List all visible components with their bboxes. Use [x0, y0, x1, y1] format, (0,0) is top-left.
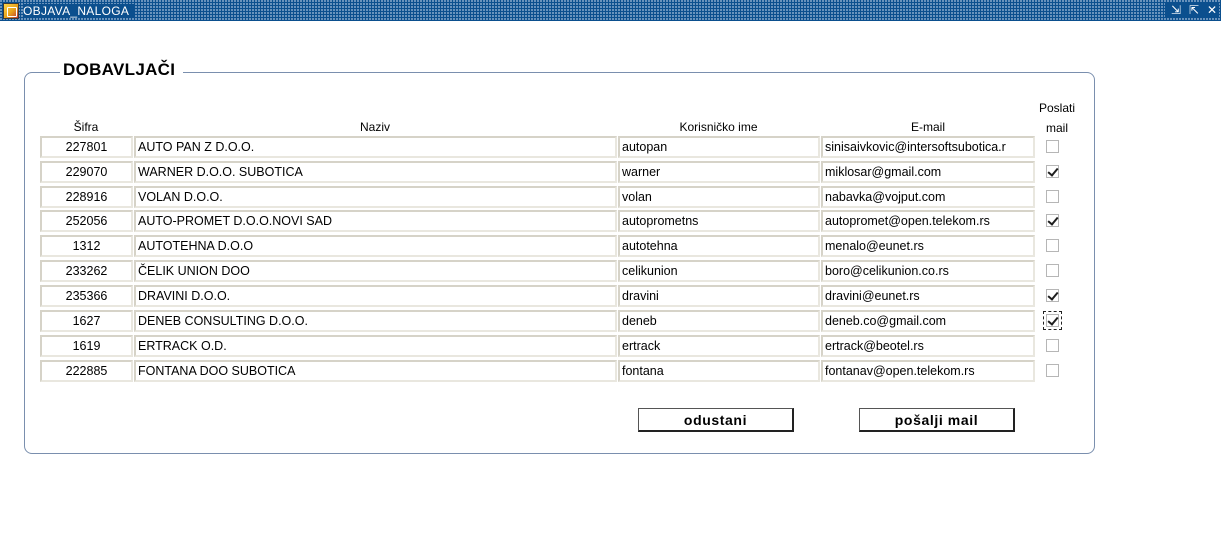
poslati-mail-checkbox[interactable] — [1046, 289, 1059, 302]
korisnicko-ime-field[interactable]: deneb — [618, 310, 820, 332]
korisnicko-ime-field[interactable]: warner — [618, 161, 820, 183]
column-header-sifra: Šifra — [73, 120, 99, 134]
table-row: 1627 DENEB CONSULTING D.O.O. deneb deneb… — [0, 310, 1221, 332]
table-row: 222885 FONTANA DOO SUBOTICA fontana font… — [0, 360, 1221, 382]
table-row: 227801 AUTO PAN Z D.O.O. autopan sinisai… — [0, 136, 1221, 158]
window-controls: ⇲ ⇱ ✕ — [1165, 2, 1219, 18]
poslati-mail-checkbox[interactable] — [1046, 239, 1059, 252]
poslati-mail-checkbox[interactable] — [1046, 140, 1059, 153]
table-row: 228916 VOLAN D.O.O. volan nabavka@vojput… — [0, 186, 1221, 208]
korisnicko-ime-field[interactable]: fontana — [618, 360, 820, 382]
posalji-mail-button[interactable]: pošalji mail — [859, 408, 1015, 432]
table-row: 252056 AUTO-PROMET D.O.O.NOVI SAD autopr… — [0, 210, 1221, 232]
poslati-mail-checkbox[interactable] — [1046, 214, 1059, 227]
frame-title: DOBAVLJAČI — [60, 60, 184, 80]
poslati-mail-checkbox[interactable] — [1043, 311, 1062, 330]
email-field[interactable]: autopromet@open.telekom.rs — [821, 210, 1035, 232]
table-row: 233262 ČELIK UNION DOO celikunion boro@c… — [0, 260, 1221, 282]
sifra-field[interactable]: 227801 — [40, 136, 133, 158]
korisnicko-ime-field[interactable]: volan — [618, 186, 820, 208]
poslati-mail-checkbox[interactable] — [1046, 165, 1059, 178]
email-field[interactable]: fontanav@open.telekom.rs — [821, 360, 1035, 382]
korisnicko-ime-field[interactable]: autoprometns — [618, 210, 820, 232]
korisnicko-ime-field[interactable]: autopan — [618, 136, 820, 158]
naziv-field[interactable]: WARNER D.O.O. SUBOTICA — [134, 161, 617, 183]
email-field[interactable]: dravini@eunet.rs — [821, 285, 1035, 307]
app-icon — [3, 2, 19, 19]
naziv-field[interactable]: VOLAN D.O.O. — [134, 186, 617, 208]
email-field[interactable]: nabavka@vojput.com — [821, 186, 1035, 208]
column-header-korisnicko-ime: Korisničko ime — [679, 120, 758, 134]
sifra-field[interactable]: 1619 — [40, 335, 133, 357]
odustani-button[interactable]: odustani — [638, 408, 794, 432]
korisnicko-ime-field[interactable]: ertrack — [618, 335, 820, 357]
email-field[interactable]: ertrack@beotel.rs — [821, 335, 1035, 357]
sifra-field[interactable]: 222885 — [40, 360, 133, 382]
naziv-field[interactable]: FONTANA DOO SUBOTICA — [134, 360, 617, 382]
close-icon[interactable]: ✕ — [1205, 2, 1219, 18]
korisnicko-ime-field[interactable]: celikunion — [618, 260, 820, 282]
korisnicko-ime-field[interactable]: autotehna — [618, 235, 820, 257]
naziv-field[interactable]: AUTO-PROMET D.O.O.NOVI SAD — [134, 210, 617, 232]
naziv-field[interactable]: AUTO PAN Z D.O.O. — [134, 136, 617, 158]
email-field[interactable]: boro@celikunion.co.rs — [821, 260, 1035, 282]
objava-naloga-window: OBJAVA_NALOGA ⇲ ⇱ ✕ DOBAVLJAČI Šifra Naz… — [0, 0, 1221, 559]
poslati-mail-checkbox[interactable] — [1046, 339, 1059, 352]
sifra-field[interactable]: 229070 — [40, 161, 133, 183]
maximize-icon[interactable]: ⇱ — [1187, 2, 1201, 18]
minimize-icon[interactable]: ⇲ — [1169, 2, 1183, 18]
poslati-mail-checkbox[interactable] — [1046, 190, 1059, 203]
column-header-naziv: Naziv — [359, 120, 390, 134]
table-row: 1312 AUTOTEHNA D.O.O autotehna menalo@eu… — [0, 235, 1221, 257]
sifra-field[interactable]: 233262 — [40, 260, 133, 282]
naziv-field[interactable]: AUTOTEHNA D.O.O — [134, 235, 617, 257]
sifra-field[interactable]: 228916 — [40, 186, 133, 208]
naziv-field[interactable]: DENEB CONSULTING D.O.O. — [134, 310, 617, 332]
window-title: OBJAVA_NALOGA — [23, 3, 136, 18]
naziv-field[interactable]: ČELIK UNION DOO — [134, 260, 617, 282]
poslati-mail-checkbox[interactable] — [1046, 264, 1059, 277]
column-header-poslati-mail: Poslati mail — [1038, 101, 1076, 135]
table-row: 1619 ERTRACK O.D. ertrack ertrack@beotel… — [0, 335, 1221, 357]
table-row: 235366 DRAVINI D.O.O. dravini dravini@eu… — [0, 285, 1221, 307]
sifra-field[interactable]: 235366 — [40, 285, 133, 307]
email-field[interactable]: deneb.co@gmail.com — [821, 310, 1035, 332]
sifra-field[interactable]: 1312 — [40, 235, 133, 257]
title-bar[interactable]: OBJAVA_NALOGA ⇲ ⇱ ✕ — [0, 0, 1221, 21]
naziv-field[interactable]: ERTRACK O.D. — [134, 335, 617, 357]
naziv-field[interactable]: DRAVINI D.O.O. — [134, 285, 617, 307]
sifra-field[interactable]: 252056 — [40, 210, 133, 232]
email-field[interactable]: miklosar@gmail.com — [821, 161, 1035, 183]
email-field[interactable]: menalo@eunet.rs — [821, 235, 1035, 257]
email-field[interactable]: sinisaivkovic@intersoftsubotica.r — [821, 136, 1035, 158]
poslati-mail-checkbox[interactable] — [1046, 364, 1059, 377]
column-header-email: E-mail — [910, 120, 945, 134]
korisnicko-ime-field[interactable]: dravini — [618, 285, 820, 307]
table-row: 229070 WARNER D.O.O. SUBOTICA warner mik… — [0, 161, 1221, 183]
sifra-field[interactable]: 1627 — [40, 310, 133, 332]
